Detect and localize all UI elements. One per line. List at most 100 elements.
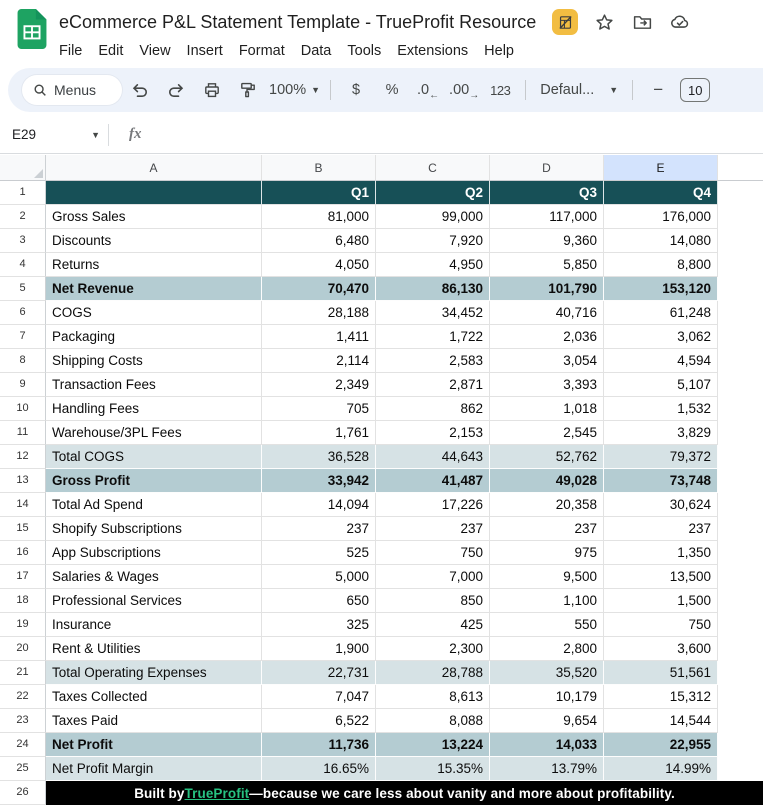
cell[interactable]: Shipping Costs (46, 349, 262, 373)
cell[interactable]: 1,761 (262, 421, 376, 445)
cell[interactable]: Professional Services (46, 589, 262, 613)
sheets-logo-icon[interactable] (17, 9, 47, 49)
cell[interactable]: 34,452 (376, 301, 490, 325)
cell[interactable]: 975 (490, 541, 604, 565)
cell[interactable]: 862 (376, 397, 490, 421)
menu-edit[interactable]: Edit (90, 41, 131, 61)
cell[interactable]: COGS (46, 301, 262, 325)
cell[interactable]: 30,624 (604, 493, 718, 517)
cell[interactable]: 7,920 (376, 229, 490, 253)
cell[interactable]: Q4 (604, 181, 718, 205)
cell[interactable]: 425 (376, 613, 490, 637)
cell[interactable]: 9,500 (490, 565, 604, 589)
view-only-badge-icon[interactable] (552, 9, 578, 35)
cell[interactable]: 99,000 (376, 205, 490, 229)
cell[interactable]: 20,358 (490, 493, 604, 517)
formula-input[interactable] (142, 116, 763, 153)
menu-insert[interactable]: Insert (179, 41, 231, 61)
cell[interactable]: 7,047 (262, 685, 376, 709)
cell[interactable]: 237 (376, 517, 490, 541)
cell[interactable]: 550 (490, 613, 604, 637)
cell[interactable]: 176,000 (604, 205, 718, 229)
row-header-5[interactable]: 5 (0, 277, 46, 301)
cell[interactable]: Total Ad Spend (46, 493, 262, 517)
increase-decimal-icon[interactable]: .00 → (449, 76, 479, 104)
cell[interactable]: 2,545 (490, 421, 604, 445)
cell[interactable]: 40,716 (490, 301, 604, 325)
row-header-8[interactable]: 8 (0, 349, 46, 373)
cell[interactable]: 15.35% (376, 757, 490, 781)
cell[interactable]: 22,955 (604, 733, 718, 757)
cell[interactable]: 17,226 (376, 493, 490, 517)
cell[interactable]: 81,000 (262, 205, 376, 229)
cell[interactable]: 6,522 (262, 709, 376, 733)
font-dropdown[interactable]: Defaul... ▼ (536, 76, 622, 104)
cell[interactable]: 2,300 (376, 637, 490, 661)
cell[interactable]: 36,528 (262, 445, 376, 469)
cell[interactable]: 73,748 (604, 469, 718, 493)
cell[interactable]: 8,088 (376, 709, 490, 733)
cell[interactable]: 4,050 (262, 253, 376, 277)
cell[interactable]: Taxes Paid (46, 709, 262, 733)
cell[interactable]: 11,736 (262, 733, 376, 757)
cell[interactable]: 61,248 (604, 301, 718, 325)
cell[interactable]: 2,114 (262, 349, 376, 373)
currency-icon[interactable]: $ (341, 76, 371, 104)
column-header-B[interactable]: B (262, 155, 376, 181)
cell[interactable]: 2,800 (490, 637, 604, 661)
cell[interactable]: Net Revenue (46, 277, 262, 301)
cell[interactable]: 51,561 (604, 661, 718, 685)
cell[interactable]: Warehouse/3PL Fees (46, 421, 262, 445)
cell[interactable]: Salaries & Wages (46, 565, 262, 589)
cell[interactable]: 8,613 (376, 685, 490, 709)
cell[interactable]: 5,000 (262, 565, 376, 589)
cell[interactable]: 525 (262, 541, 376, 565)
cell[interactable]: 49,028 (490, 469, 604, 493)
cell[interactable]: Packaging (46, 325, 262, 349)
cell[interactable]: 117,000 (490, 205, 604, 229)
cell[interactable]: 14,094 (262, 493, 376, 517)
cell[interactable]: Q2 (376, 181, 490, 205)
cell[interactable]: 13,224 (376, 733, 490, 757)
row-header-16[interactable]: 16 (0, 541, 46, 565)
cell[interactable]: 1,900 (262, 637, 376, 661)
row-header-13[interactable]: 13 (0, 469, 46, 493)
document-title[interactable]: eCommerce P&L Statement Template - TrueP… (59, 12, 536, 33)
cell[interactable]: 2,871 (376, 373, 490, 397)
row-header-4[interactable]: 4 (0, 253, 46, 277)
cell[interactable]: Net Profit Margin (46, 757, 262, 781)
menu-view[interactable]: View (131, 41, 178, 61)
cell[interactable]: Insurance (46, 613, 262, 637)
cell[interactable]: Total Operating Expenses (46, 661, 262, 685)
menus-search-button[interactable]: Menus (22, 75, 122, 105)
move-folder-icon[interactable] (630, 10, 654, 34)
cell[interactable]: 13,500 (604, 565, 718, 589)
cell[interactable]: 1,500 (604, 589, 718, 613)
menu-data[interactable]: Data (293, 41, 340, 61)
cell[interactable]: 33,942 (262, 469, 376, 493)
cell[interactable]: Transaction Fees (46, 373, 262, 397)
zoom-dropdown[interactable]: 100% ▼ (269, 76, 320, 104)
cell[interactable]: 3,393 (490, 373, 604, 397)
row-header-1[interactable]: 1 (0, 181, 46, 205)
trueprofit-link[interactable]: TrueProfit (185, 786, 250, 801)
cell[interactable]: 4,594 (604, 349, 718, 373)
cell[interactable]: 14.99% (604, 757, 718, 781)
cell[interactable]: 5,107 (604, 373, 718, 397)
cell[interactable]: 9,360 (490, 229, 604, 253)
cell[interactable]: 35,520 (490, 661, 604, 685)
cell[interactable]: 650 (262, 589, 376, 613)
row-header-23[interactable]: 23 (0, 709, 46, 733)
font-size-box[interactable]: 10 (680, 78, 710, 102)
percent-icon[interactable]: % (377, 76, 407, 104)
cell[interactable]: 1,100 (490, 589, 604, 613)
cell[interactable]: 16.65% (262, 757, 376, 781)
row-header-21[interactable]: 21 (0, 661, 46, 685)
cell[interactable]: Handling Fees (46, 397, 262, 421)
row-header-26[interactable]: 26 (0, 781, 46, 805)
row-header-15[interactable]: 15 (0, 517, 46, 541)
cell[interactable]: 2,349 (262, 373, 376, 397)
row-header-17[interactable]: 17 (0, 565, 46, 589)
cell[interactable]: 750 (604, 613, 718, 637)
cell[interactable]: 9,654 (490, 709, 604, 733)
